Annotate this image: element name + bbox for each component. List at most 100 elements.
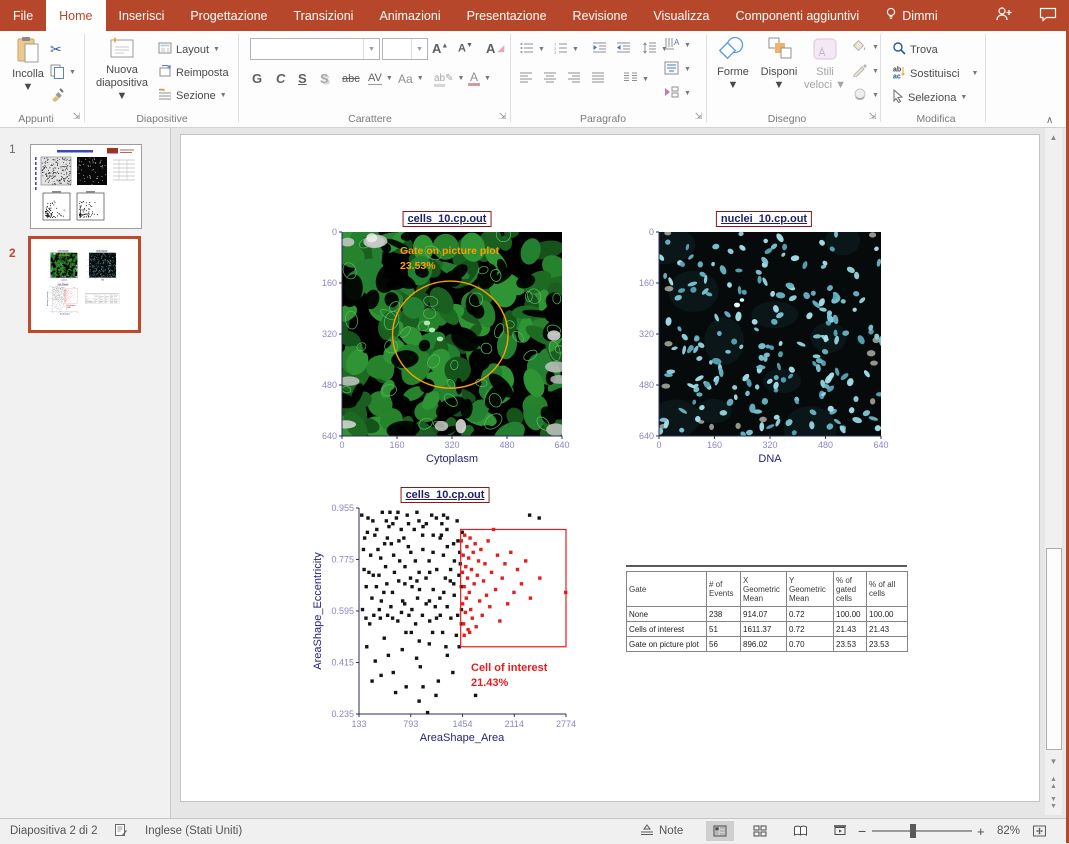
grow-font-button[interactable]: A▲: [432, 38, 448, 59]
appunti-dialog-launcher[interactable]: ⇲: [70, 110, 83, 123]
align-left-button[interactable]: [520, 69, 533, 90]
plot-scatter[interactable]: cells_10.cp.out 0.9550.7750.5950.4150.23…: [311, 483, 579, 755]
font-name-combo[interactable]: ▼: [250, 38, 380, 60]
svg-text:0.235: 0.235: [49, 311, 52, 313]
tab-animazioni[interactable]: Animazioni: [366, 0, 453, 31]
numbering-button[interactable]: 123▼: [554, 39, 579, 60]
view-normal-button[interactable]: [706, 821, 734, 841]
shape-effects-button[interactable]: ▼: [852, 85, 879, 106]
tab-dimmi[interactable]: Dimmi: [872, 0, 950, 31]
tab-progettazione[interactable]: Progettazione: [177, 0, 280, 31]
font-name-dropdown-arrow[interactable]: ▼: [363, 39, 379, 59]
plot-nuclei-image[interactable]: nuclei_10.cp.out 01603204806400160320480…: [635, 207, 893, 475]
carattere-dialog-launcher[interactable]: ⇲: [496, 110, 509, 123]
plot-cells-image[interactable]: cells_10.cp.out Gate on picture plot23.5…: [319, 207, 575, 473]
format-painter-button[interactable]: [50, 85, 65, 106]
tab-file[interactable]: File: [0, 0, 46, 31]
change-case-button[interactable]: Aa▼: [398, 68, 424, 89]
increase-indent-button[interactable]: [616, 39, 631, 60]
shape-outline-button[interactable]: ▼: [852, 61, 879, 82]
notes-button[interactable]: Note: [640, 819, 683, 843]
columns-button[interactable]: ▼: [624, 69, 649, 90]
clear-formatting-button[interactable]: A◢: [486, 38, 504, 59]
vertical-scrollbar[interactable]: ▲ ▼ ▲▲ ▼▼: [1045, 128, 1062, 815]
tab-componenti-aggiuntivi[interactable]: Componenti aggiuntivi: [722, 0, 872, 31]
view-slide-sorter-button[interactable]: [746, 821, 774, 841]
character-spacing-button[interactable]: AV▼: [368, 68, 393, 89]
arrange-button[interactable]: Disponi ▼: [756, 36, 802, 92]
text-highlight-button[interactable]: ab✎▼: [434, 68, 464, 89]
text-direction-button[interactable]: A▼: [664, 35, 691, 56]
group-label-paragrafo: Paragrafo: [520, 113, 686, 125]
align-text-icon: [664, 61, 680, 78]
view-slideshow-button[interactable]: [826, 821, 854, 841]
zoom-slider-thumb[interactable]: [910, 824, 916, 838]
zoom-in-button[interactable]: +: [977, 819, 985, 843]
underline-button[interactable]: S: [298, 68, 307, 89]
align-text-button[interactable]: ▼: [664, 59, 691, 80]
shape-fill-button[interactable]: ▼: [852, 37, 879, 58]
scrollbar-thumb[interactable]: [1046, 548, 1062, 750]
cut-button[interactable]: ✂: [50, 39, 62, 60]
slide-canvas[interactable]: cells_10.cp.out Gate on picture plot23.5…: [180, 134, 1040, 802]
layout-button[interactable]: Layout▼: [158, 39, 220, 60]
next-slide-button[interactable]: ▼▼: [1045, 796, 1062, 812]
shrink-font-button[interactable]: A▼: [458, 38, 473, 59]
find-button[interactable]: Trova: [892, 39, 938, 60]
font-size-dropdown-arrow[interactable]: ▼: [411, 39, 427, 59]
select-button[interactable]: Seleziona▼: [892, 87, 967, 108]
tab-visualizza[interactable]: Visualizza: [640, 0, 722, 31]
shapes-button[interactable]: Forme ▼: [712, 36, 754, 92]
scroll-down-arrow[interactable]: ▼: [1045, 754, 1062, 770]
font-color-button[interactable]: A▼: [468, 68, 491, 89]
gate-results-table-object[interactable]: Gate# of EventsX Geometric MeanY Geometr…: [626, 565, 907, 652]
align-center-button[interactable]: [544, 69, 557, 90]
numbering-icon: 123: [554, 42, 568, 57]
group-label-carattere: Carattere: [250, 113, 490, 125]
language-button[interactable]: Inglese (Stati Uniti): [145, 819, 242, 843]
shape-effects-icon: [852, 87, 868, 104]
bullets-button[interactable]: ▼: [520, 39, 545, 60]
paragrafo-dialog-launcher[interactable]: ⇲: [692, 110, 705, 123]
bold-button[interactable]: G: [252, 68, 262, 89]
tab-presentazione[interactable]: Presentazione: [454, 0, 560, 31]
decrease-indent-button[interactable]: [592, 39, 607, 60]
disegno-dialog-launcher[interactable]: ⇲: [866, 110, 879, 123]
quick-styles-button[interactable]: Stili veloci ▼: [802, 36, 848, 92]
font-size-combo[interactable]: ▼: [382, 38, 428, 60]
svg-text:480: 480: [48, 271, 50, 273]
text-shadow-button[interactable]: S: [320, 68, 329, 89]
share-person-add-icon[interactable]: [995, 6, 1013, 25]
align-right-button[interactable]: [568, 69, 581, 90]
collapse-ribbon-chevron[interactable]: ∧: [1046, 115, 1053, 126]
strikethrough-button[interactable]: abc: [342, 68, 360, 89]
proofing-status-button[interactable]: [114, 819, 128, 843]
slide-2-thumbnail[interactable]: cells_10.cp.out Gate on picture plot23.5…: [28, 236, 141, 333]
reset-button[interactable]: Reimposta: [158, 62, 229, 83]
svg-text:640: 640: [76, 278, 78, 280]
zoom-slider-track[interactable]: [872, 830, 972, 832]
view-reading-button[interactable]: [786, 821, 814, 841]
tab-transizioni[interactable]: Transizioni: [280, 0, 366, 31]
previous-slide-button[interactable]: ▲▲: [1045, 776, 1062, 792]
justify-button[interactable]: [592, 69, 605, 90]
tab-home[interactable]: Home: [46, 0, 105, 31]
scroll-up-arrow[interactable]: ▲: [1045, 130, 1062, 146]
lightbulb-icon: [885, 7, 897, 24]
tab-revisione[interactable]: Revisione: [560, 0, 641, 31]
replace-button[interactable]: abacSostituisci▼: [892, 63, 978, 84]
tab-inserisci[interactable]: Inserisci: [106, 0, 178, 31]
paste-button[interactable]: Incolla ▼: [8, 36, 48, 94]
new-slide-button[interactable]: Nuova diapositiva ▼: [92, 36, 152, 103]
slide-1-thumbnail[interactable]: [30, 144, 142, 229]
copy-button[interactable]: ▼: [50, 62, 76, 83]
section-button[interactable]: Sezione▼: [158, 85, 227, 106]
comments-icon[interactable]: [1039, 7, 1057, 25]
zoom-level-button[interactable]: 82%: [997, 819, 1020, 843]
italic-button[interactable]: C: [276, 68, 285, 89]
convert-smartart-button[interactable]: ▼: [664, 83, 691, 104]
fit-slide-to-window-button[interactable]: [1032, 819, 1047, 843]
slide-counter[interactable]: Diapositiva 2 di 2: [10, 819, 98, 843]
text-direction-icon: A: [664, 37, 680, 54]
zoom-out-button[interactable]: −: [858, 819, 866, 843]
